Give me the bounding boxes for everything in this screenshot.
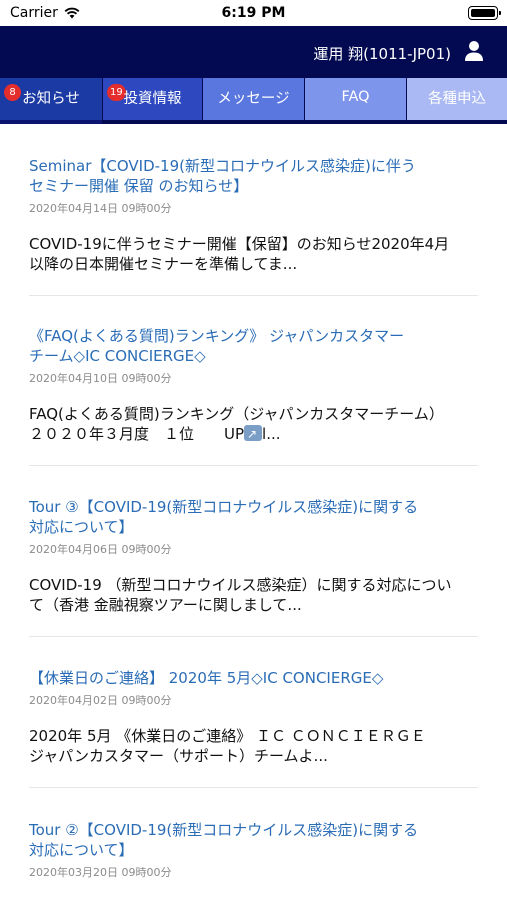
- status-bar: Carrier 6:19 PM: [0, 0, 507, 26]
- tab-notices[interactable]: 8 お知らせ: [0, 78, 102, 124]
- news-date: 2020年04月06日 09時00分: [29, 543, 172, 556]
- list-item[interactable]: Seminar【COVID-19(新型コロナウイルス感染症)に伴う セミナー開催…: [29, 156, 478, 274]
- news-body-line: 2020年 5月 《休業日のご連絡》 ＩＣ ＣＯＮＣＩＥＲＧＥ: [29, 727, 426, 745]
- news-title: 【休業日のご連絡】 2020年 5月◇IC CONCIERGE◇: [29, 668, 478, 688]
- news-title-line: Seminar【COVID-19(新型コロナウイルス感染症)に伴う: [29, 157, 416, 175]
- list-item[interactable]: Tour ③【COVID-19(新型コロナウイルス感染症)に関する 対応について…: [29, 497, 478, 615]
- tab-messages-label: メッセージ: [217, 90, 290, 107]
- news-body: COVID-19に伴うセミナー開催【保留】のお知らせ2020年4月 以降の日本開…: [29, 234, 478, 274]
- news-title: 《FAQ(よくある質問)ランキング》 ジャパンカスタマー チーム◇IC CONC…: [29, 326, 478, 366]
- list-item[interactable]: Tour ②【COVID-19(新型コロナウイルス感染症)に関する 対応について…: [29, 820, 478, 880]
- tab-faq-label: FAQ: [341, 89, 370, 105]
- news-title-line: 対応について】: [29, 841, 134, 859]
- news-title-line: Tour ②【COVID-19(新型コロナウイルス感染症)に関する: [29, 821, 419, 839]
- tab-notices-label: お知らせ: [22, 90, 80, 107]
- news-body-line: COVID-19 （新型コロナウイルス感染症）に関する対応につい: [29, 576, 452, 594]
- news-body: FAQ(よくある質問)ランキング（ジャパンカスタマーチーム） ２０２０年３月度 …: [29, 404, 478, 444]
- news-date: 2020年04月02日 09時00分: [29, 694, 172, 707]
- news-date: 2020年04月14日 09時00分: [29, 202, 172, 215]
- list-item[interactable]: 《FAQ(よくある質問)ランキング》 ジャパンカスタマー チーム◇IC CONC…: [29, 326, 478, 444]
- divider: [29, 787, 478, 788]
- app-header: 運用 翔(1011-JP01): [0, 26, 507, 78]
- status-time: 6:19 PM: [221, 5, 286, 21]
- notices-badge: 8: [4, 84, 21, 101]
- news-title: Tour ②【COVID-19(新型コロナウイルス感染症)に関する 対応について…: [29, 820, 478, 860]
- news-body-text: ２０２０年３月度 １位 UP: [29, 425, 245, 443]
- news-title-line: 【休業日のご連絡】 2020年 5月◇IC CONCIERGE◇: [29, 669, 384, 687]
- news-body-line: FAQ(よくある質問)ランキング（ジャパンカスタマーチーム）: [29, 405, 444, 423]
- tab-applications[interactable]: 各種申込: [407, 78, 507, 120]
- news-body: 2020年 5月 《休業日のご連絡》 ＩＣ ＣＯＮＣＩＥＲＧＥ ジャパンカスタマ…: [29, 726, 478, 766]
- tab-bar: 8 お知らせ 19 投資情報 メッセージ FAQ 各種申込: [0, 78, 507, 124]
- news-title-line: 対応について】: [29, 518, 134, 536]
- news-list: Seminar【COVID-19(新型コロナウイルス感染症)に伴う セミナー開催…: [0, 130, 507, 900]
- user-name[interactable]: 運用 翔(1011-JP01): [313, 43, 451, 64]
- news-date: 2020年04月10日 09時00分: [29, 372, 172, 385]
- news-title: Seminar【COVID-19(新型コロナウイルス感染症)に伴う セミナー開催…: [29, 156, 478, 196]
- news-body-line: ジャパンカスタマー（サポート）チームよ...: [29, 747, 328, 765]
- link-icon: [244, 424, 263, 444]
- news-title-line: セミナー開催 保留 のお知らせ】: [29, 177, 249, 195]
- battery-icon: [468, 6, 501, 20]
- tab-investment-info[interactable]: 19 投資情報: [103, 78, 202, 120]
- tab-applications-label: 各種申込: [428, 90, 486, 107]
- news-body-text: l...: [262, 425, 281, 443]
- divider: [29, 465, 478, 466]
- news-body-line: て（香港 金融視察ツアーに関しまして...: [29, 596, 302, 614]
- tab-messages[interactable]: メッセージ: [203, 78, 304, 120]
- divider: [29, 295, 478, 296]
- news-title-line: Tour ③【COVID-19(新型コロナウイルス感染症)に関する: [29, 498, 419, 516]
- news-body: COVID-19 （新型コロナウイルス感染症）に関する対応につい て（香港 金融…: [29, 575, 478, 615]
- tab-faq[interactable]: FAQ: [305, 78, 406, 120]
- news-title: Tour ③【COVID-19(新型コロナウイルス感染症)に関する 対応について…: [29, 497, 478, 537]
- user-icon[interactable]: [464, 40, 484, 62]
- tab-investment-info-label: 投資情報: [123, 90, 182, 107]
- news-date: 2020年03月20日 09時00分: [29, 866, 172, 879]
- news-body-line: 以降の日本開催セミナーを準備してま...: [29, 255, 298, 273]
- news-title-line: チーム◇IC CONCIERGE◇: [29, 347, 206, 365]
- list-item[interactable]: 【休業日のご連絡】 2020年 5月◇IC CONCIERGE◇ 2020年04…: [29, 668, 478, 766]
- news-body-line: ２０２０年３月度 １位 UP l...: [29, 424, 478, 444]
- news-body-line: COVID-19に伴うセミナー開催【保留】のお知らせ2020年4月: [29, 235, 450, 253]
- divider: [29, 636, 478, 637]
- news-title-line: 《FAQ(よくある質問)ランキング》 ジャパンカスタマー: [29, 327, 405, 345]
